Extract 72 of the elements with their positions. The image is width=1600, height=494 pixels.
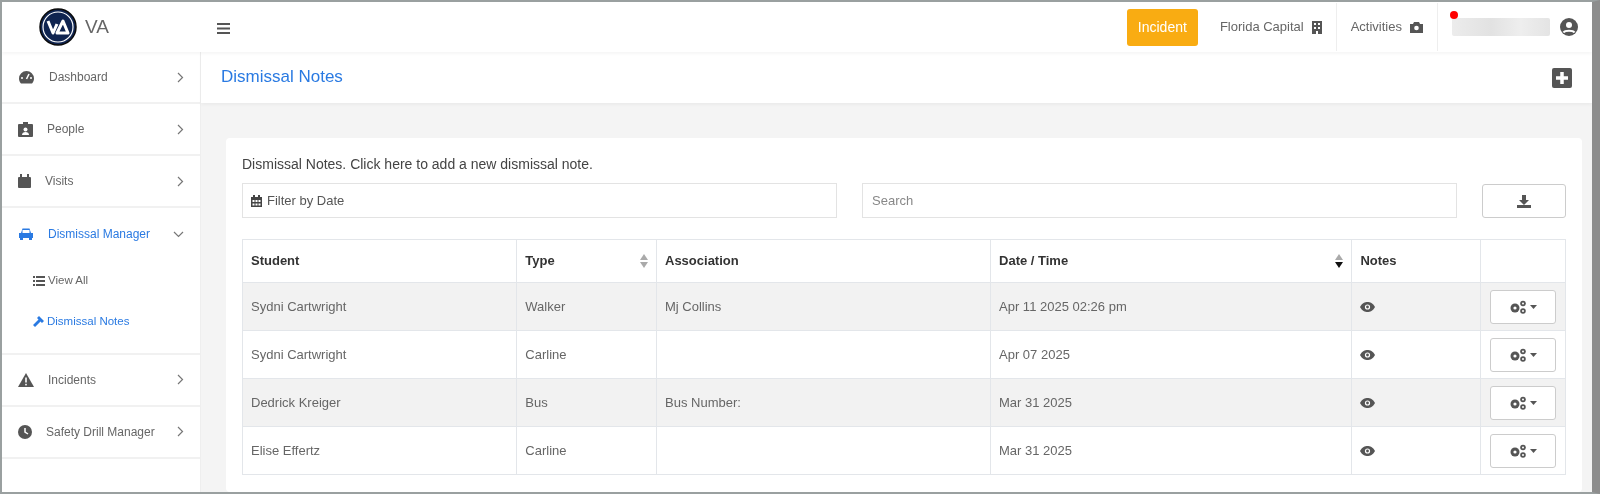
date-filter-field[interactable]: Filter by Date (242, 183, 837, 218)
sidebar-item[interactable]: Dismissal Manager (2, 208, 200, 260)
table-cell: Apr 11 2025 02:26 pm (999, 298, 1127, 314)
gears-icon (1508, 347, 1527, 362)
download-button[interactable] (1482, 183, 1566, 218)
table-cell: Bus (525, 394, 548, 410)
car-icon (18, 227, 34, 241)
add-button[interactable] (1552, 67, 1572, 88)
table-cell: Mj Collins (665, 298, 722, 314)
chevron-icon (177, 374, 184, 385)
table-cell: Carline (525, 442, 567, 458)
table-cell: Sydni Cartwright (251, 298, 347, 314)
gauge-icon (18, 70, 35, 84)
search-field[interactable]: Search (862, 183, 1457, 218)
column-header: Notes (1360, 252, 1397, 271)
caret-icon (1529, 400, 1537, 405)
chevron-icon (173, 230, 184, 238)
view-icon[interactable] (1360, 398, 1376, 409)
gears-icon (1508, 443, 1527, 458)
id-badge-icon (18, 121, 33, 137)
sidebar-item[interactable]: Incidents (2, 354, 200, 407)
chevron-icon (177, 426, 184, 437)
table-cell: Mar 31 2025 (999, 442, 1073, 458)
chevron-icon (177, 175, 184, 187)
view-icon[interactable] (1360, 302, 1376, 313)
camera-icon (1410, 21, 1423, 33)
sidebar-item[interactable]: Visits (2, 156, 200, 208)
actions-dropdown-button[interactable] (1489, 289, 1556, 324)
chevron-icon (177, 71, 184, 83)
chevron-icon (177, 123, 184, 135)
clock-icon (18, 424, 32, 439)
sidebar-item[interactable]: Safety Drill Manager (2, 406, 200, 459)
list-icon (33, 275, 45, 286)
calendar-icon (251, 195, 262, 207)
sidebar-item[interactable]: Dashboard (2, 52, 200, 104)
table-cell: Dedrick Kreiger (251, 394, 341, 410)
table-cell: Carline (525, 346, 567, 362)
table-cell: Bus Number: (665, 394, 741, 410)
column-header: Association (665, 252, 739, 271)
view-icon[interactable] (1360, 350, 1376, 361)
page-title: Dismissal Notes (221, 67, 343, 88)
hammer-icon (33, 316, 44, 328)
download-icon (1517, 194, 1531, 208)
submenu-item[interactable]: View All (2, 260, 200, 302)
intro-text: Dismissal Notes. Click here to add a new dismissal note. (242, 155, 594, 174)
column-header: Student (251, 252, 300, 271)
table-cell: Sydni Cartwright (251, 346, 347, 362)
gears-icon (1508, 395, 1527, 410)
actions-dropdown-button[interactable] (1489, 433, 1556, 468)
activities-link[interactable]: Activities (1336, 3, 1438, 51)
submenu-item[interactable]: Dismissal Notes (2, 301, 200, 343)
column-header[interactable]: Date / Time (999, 251, 1069, 271)
logo-icon (39, 8, 77, 46)
user-avatar-icon[interactable] (1560, 18, 1578, 36)
gears-icon (1508, 299, 1527, 314)
table-cell: Walker (525, 298, 566, 314)
logo-text: VA (85, 14, 109, 39)
column-header[interactable]: Type (525, 251, 555, 271)
building-icon (1311, 20, 1322, 34)
table-cell: Mar 31 2025 (999, 394, 1073, 410)
location-link[interactable]: Florida Capital (1205, 3, 1337, 51)
view-icon[interactable] (1360, 446, 1376, 457)
sidebar-item[interactable]: People (2, 104, 200, 156)
caret-icon (1529, 448, 1537, 453)
caret-icon (1529, 304, 1537, 309)
warning-icon (18, 372, 34, 387)
table-cell: Apr 07 2025 (999, 346, 1070, 362)
actions-dropdown-button[interactable] (1489, 385, 1556, 420)
table-cell: Elise Effertz (251, 442, 321, 458)
actions-dropdown-button[interactable] (1489, 337, 1556, 372)
caret-icon (1529, 352, 1537, 357)
calendar-icon (18, 174, 31, 188)
